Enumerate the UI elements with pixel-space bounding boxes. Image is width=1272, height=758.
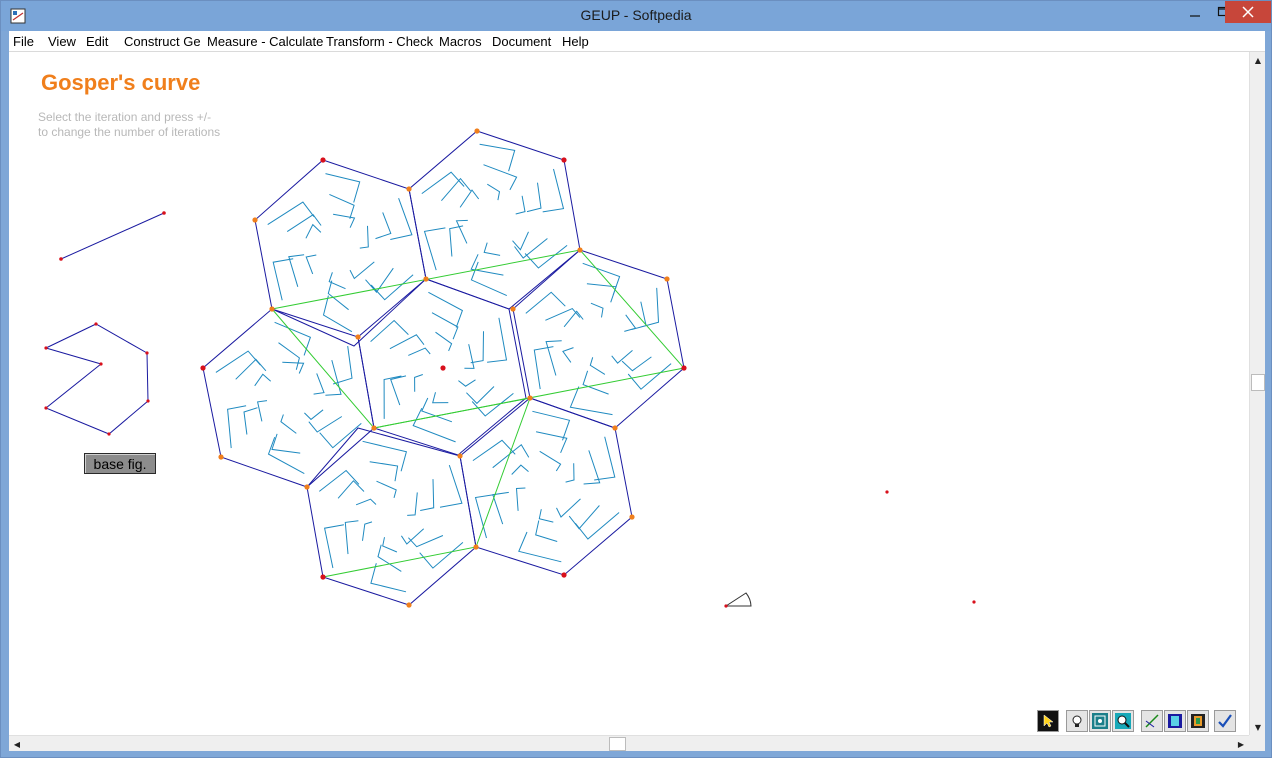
zoom-icon xyxy=(1115,713,1131,729)
menu-file[interactable]: File xyxy=(13,34,34,49)
window-title: GEUP - Softpedia xyxy=(580,7,692,23)
title-bar[interactable]: GEUP - Softpedia xyxy=(1,1,1271,31)
close-icon xyxy=(1242,6,1254,18)
gosper-tile-hexagon xyxy=(306,427,477,606)
construction-point xyxy=(423,276,429,282)
construction-point xyxy=(457,453,463,459)
angle-marker xyxy=(724,592,752,607)
app-window: GEUP - Softpedia File View Edit Construc… xyxy=(0,0,1272,758)
base-figure-curve xyxy=(45,323,149,435)
pointer-tool[interactable] xyxy=(1037,710,1059,732)
scroll-down-arrow[interactable]: ▼ xyxy=(1250,719,1266,735)
construct-line-icon xyxy=(1145,714,1159,728)
construction-point xyxy=(355,334,361,340)
construction-point xyxy=(577,247,583,253)
free-point xyxy=(561,157,567,163)
base-segment xyxy=(60,212,165,260)
minimize-button[interactable] xyxy=(1181,1,1209,23)
close-button[interactable] xyxy=(1225,1,1271,23)
construction-point xyxy=(510,306,516,312)
gosper-tile-hexagon xyxy=(459,397,633,576)
fit-view-icon xyxy=(1092,713,1108,729)
generator-line xyxy=(322,397,531,578)
free-point xyxy=(320,157,326,163)
base-figure-button[interactable]: base fig. xyxy=(84,453,156,474)
horizontal-scroll-thumb[interactable] xyxy=(609,737,626,751)
hint-bulb-icon xyxy=(1072,715,1082,727)
tool-palette xyxy=(1037,710,1237,732)
minimize-icon xyxy=(1190,15,1200,17)
construction-point xyxy=(371,425,377,431)
menu-bar: File View Edit Construct Ge Measure - Ca… xyxy=(9,31,1265,52)
free-point xyxy=(320,574,326,580)
gosper-curve-path xyxy=(525,262,672,416)
horizontal-scrollbar[interactable]: ◀ ▶ xyxy=(9,735,1249,751)
gosper-curve-path xyxy=(472,410,620,563)
scroll-up-arrow[interactable]: ▲ xyxy=(1250,52,1266,68)
film-icon xyxy=(1168,714,1182,728)
gosper-curve-path xyxy=(215,321,362,475)
construction-point xyxy=(269,306,275,312)
hint-tool[interactable] xyxy=(1066,710,1088,732)
construction-point xyxy=(252,217,258,223)
scroll-left-arrow[interactable]: ◀ xyxy=(9,736,25,752)
gosper-tile-hexagon xyxy=(254,159,427,347)
construction-point xyxy=(664,276,670,282)
menu-transform-check[interactable]: Transform - Check xyxy=(326,34,433,49)
menu-document[interactable]: Document xyxy=(492,34,551,49)
scroll-right-arrow[interactable]: ▶ xyxy=(1233,736,1249,752)
construction-point xyxy=(304,484,310,490)
film-tool[interactable] xyxy=(1164,710,1186,732)
zoom-tool[interactable] xyxy=(1112,710,1134,732)
vertical-scrollbar[interactable]: ▲ ▼ xyxy=(1249,52,1265,735)
construction-point xyxy=(218,454,224,460)
check-icon xyxy=(1218,714,1232,728)
menu-help[interactable]: Help xyxy=(562,34,589,49)
gosper-curve-path xyxy=(318,440,464,593)
construction-point xyxy=(527,395,533,401)
film-strip-icon xyxy=(1191,714,1205,728)
free-point xyxy=(681,365,687,371)
gosper-curve-path xyxy=(421,143,568,297)
construction-point xyxy=(406,186,412,192)
free-point xyxy=(200,365,206,371)
menu-measure-calculate[interactable]: Measure - Calculate xyxy=(207,34,323,49)
check-tool[interactable] xyxy=(1214,710,1236,732)
menu-construct[interactable]: Construct Ge xyxy=(124,34,201,49)
construction-point xyxy=(612,425,618,431)
vertical-scroll-thumb[interactable] xyxy=(1251,374,1265,391)
menu-edit[interactable]: Edit xyxy=(86,34,108,49)
free-point xyxy=(561,572,567,578)
menu-view[interactable]: View xyxy=(48,34,76,49)
scrollbar-corner xyxy=(1249,735,1265,751)
drawing-canvas[interactable]: Gosper's curve Select the iteration and … xyxy=(9,52,1249,735)
free-point xyxy=(972,600,976,604)
generator-line xyxy=(271,249,685,429)
film-strip-tool[interactable] xyxy=(1187,710,1209,732)
free-point xyxy=(885,490,889,494)
construction-point xyxy=(473,544,479,550)
construction-point xyxy=(406,602,412,608)
free-point xyxy=(440,365,446,371)
construct-line-tool[interactable] xyxy=(1141,710,1163,732)
construction-point xyxy=(474,128,480,134)
fit-view-tool[interactable] xyxy=(1089,710,1111,732)
menu-macros[interactable]: Macros xyxy=(439,34,482,49)
pointer-tool-icon xyxy=(1043,714,1054,728)
construction-point xyxy=(629,514,635,520)
geometry-figure[interactable] xyxy=(9,52,1249,735)
